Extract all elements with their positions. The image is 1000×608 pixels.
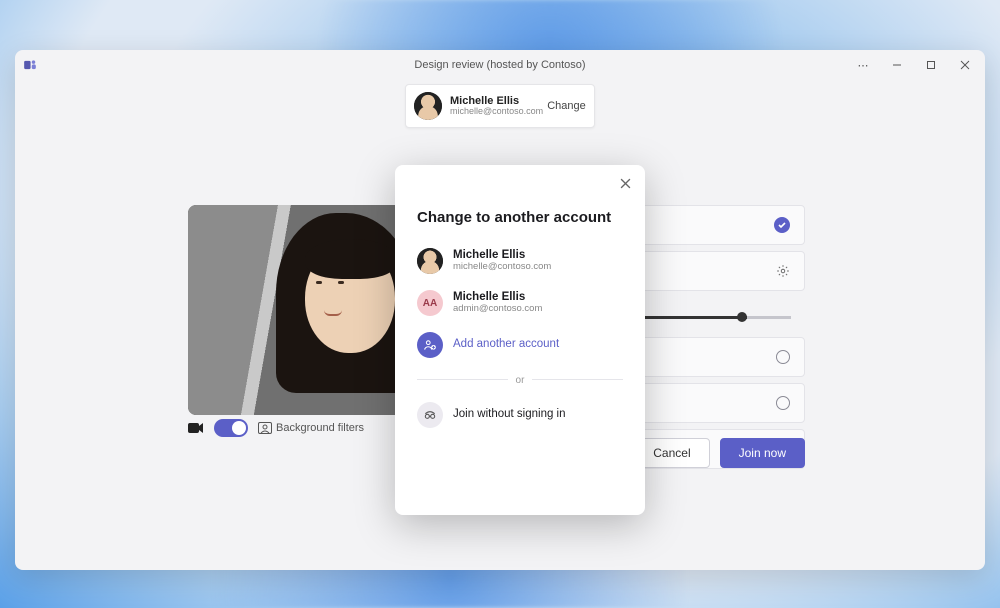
join-without-signing-in[interactable]: Join without signing in [417,398,623,432]
teams-app-icon [23,58,37,72]
divider-label: or [508,375,533,386]
account-option-primary[interactable]: Michelle Ellis michelle@contoso.com [417,244,623,278]
window-controls: ⋯ [847,50,981,80]
camera-toggle[interactable] [214,419,248,437]
account-option-secondary[interactable]: AA Michelle Ellis admin@contoso.com [417,286,623,320]
slider-thumb[interactable] [737,312,747,322]
background-filters-button[interactable]: Background filters [258,422,364,434]
teams-prejoin-window: Design review (hosted by Contoso) ⋯ Mich… [15,50,985,570]
titlebar: Design review (hosted by Contoso) ⋯ [15,50,985,80]
modal-divider: or [417,370,623,388]
maximize-button[interactable] [915,51,947,79]
camera-icon [188,422,204,434]
radio-icon [776,350,790,364]
video-preview[interactable] [188,205,408,415]
selected-check-icon [774,217,790,233]
join-now-button[interactable]: Join now [720,438,805,468]
background-filters-icon [258,422,272,434]
minimize-icon [892,60,902,70]
close-button[interactable] [949,51,981,79]
current-account-avatar [414,92,442,120]
change-account-link[interactable]: Change [543,96,590,116]
gear-icon[interactable] [776,264,790,278]
current-account-bar[interactable]: Michelle Ellis michelle@contoso.com Chan… [405,84,595,128]
video-controls-row: Background filters [188,419,364,437]
window-title: Design review (hosted by Contoso) [15,59,985,71]
modal-title: Change to another account [417,209,623,226]
add-another-account[interactable]: Add another account [417,328,623,362]
radio-icon [776,396,790,410]
close-icon [960,60,970,70]
background-filters-label: Background filters [276,422,364,434]
modal-close-button[interactable] [615,173,635,193]
account-avatar-initials: AA [417,290,443,316]
account-email: admin@contoso.com [453,304,542,315]
maximize-icon [926,60,936,70]
account-avatar-photo [417,248,443,274]
anonymous-label: Join without signing in [453,408,566,421]
add-account-label: Add another account [453,338,559,351]
change-account-modal: Change to another account Michelle Ellis… [395,165,645,515]
toggle-knob [232,421,246,435]
more-icon: ⋯ [858,59,869,72]
cancel-button[interactable]: Cancel [634,438,709,468]
current-account-email: michelle@contoso.com [450,107,543,117]
current-account-info: Michelle Ellis michelle@contoso.com [450,95,543,117]
more-button[interactable]: ⋯ [847,51,879,79]
account-email: michelle@contoso.com [453,262,551,273]
add-account-icon [417,332,443,358]
close-icon [620,178,631,189]
desktop-wallpaper: Design review (hosted by Contoso) ⋯ Mich… [0,0,1000,608]
anonymous-icon [417,402,443,428]
minimize-button[interactable] [881,51,913,79]
